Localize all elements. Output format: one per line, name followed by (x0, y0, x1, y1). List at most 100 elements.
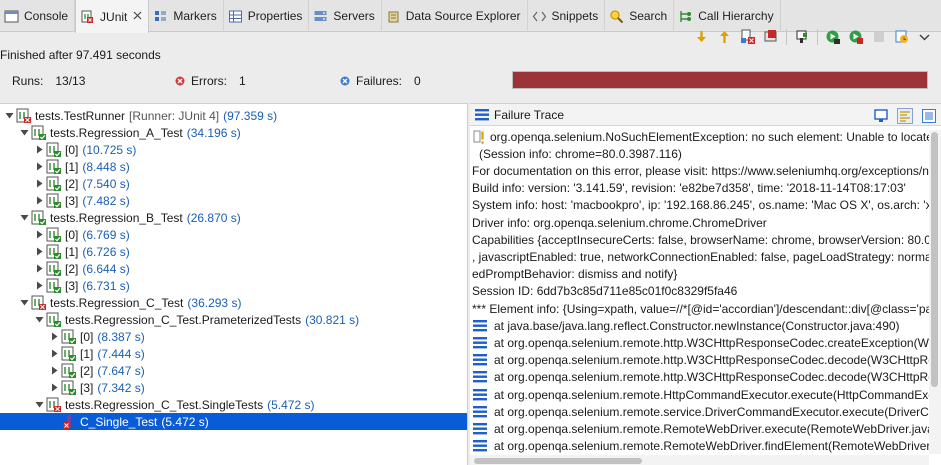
filter-stack-icon[interactable] (895, 106, 915, 126)
test-tree-row[interactable]: tests.TestRunner [Runner: JUnit 4] (97.359… (0, 107, 467, 124)
collapsed-triangle-icon[interactable] (34, 281, 44, 291)
layout-icon[interactable] (919, 106, 939, 126)
rerun-icon[interactable] (823, 27, 843, 47)
trace-text: *** Element info: {Using=xpath, value=//… (472, 301, 929, 316)
trace-vertical-scroll-thumb[interactable] (931, 132, 938, 387)
test-tree-row[interactable]: [0] (6.769 s) (0, 226, 467, 243)
trace-message-line[interactable]: *** Element info: {Using=xpath, value=//… (472, 300, 929, 317)
stack-frame-line[interactable]: at java.base/java.lang.reflect.Construct… (472, 317, 900, 334)
expanded-triangle-icon[interactable] (19, 298, 29, 308)
tab-servers[interactable]: Servers (309, 0, 382, 32)
trace-horizontal-scroll-thumb[interactable] (474, 458, 642, 464)
test-tree-row[interactable]: [3] (7.342 s) (0, 379, 467, 396)
test-tree-row[interactable]: tests.Regression_A_Test (34.196 s) (0, 124, 467, 141)
tab-properties[interactable]: Properties (224, 0, 310, 32)
relaunch-failed-icon[interactable] (738, 27, 758, 47)
run-status-text: Finished after 97.491 seconds (0, 48, 161, 62)
collapsed-triangle-icon[interactable] (34, 145, 44, 155)
expanded-triangle-icon[interactable] (34, 400, 44, 410)
suite-ok-icon (46, 159, 62, 175)
compare-result-icon[interactable] (871, 106, 891, 126)
close-icon[interactable] (133, 11, 142, 23)
collapsed-triangle-icon[interactable] (34, 247, 44, 257)
collapsed-triangle-icon[interactable] (34, 230, 44, 240)
test-tree-row[interactable]: [3] (7.482 s) (0, 192, 467, 209)
test-tree-row[interactable]: [2] (7.540 s) (0, 175, 467, 192)
stack-frame-line[interactable]: at org.openqa.selenium.remote.RemoteWebD… (472, 420, 929, 437)
test-tree-row[interactable]: [2] (6.644 s) (0, 260, 467, 277)
test-tree-row[interactable]: C_Single_Test (5.472 s) (0, 413, 467, 430)
test-tree-row[interactable]: tests.Regression_C_Test.PrameterizedTest… (0, 311, 467, 328)
expanded-triangle-icon[interactable] (19, 128, 29, 138)
collapsed-triangle-icon[interactable] (34, 264, 44, 274)
trace-vertical-scrollbar[interactable] (929, 130, 941, 454)
trace-text: at org.openqa.selenium.remote.http.W3CHt… (494, 353, 929, 368)
expanded-triangle-icon[interactable] (19, 213, 29, 223)
trace-horizontal-scrollbar[interactable] (470, 455, 929, 465)
test-tree-row[interactable]: [1] (6.726 s) (0, 243, 467, 260)
test-tree[interactable]: tests.TestRunner [Runner: JUnit 4] (97.359… (0, 103, 468, 465)
test-error-icon (61, 414, 77, 430)
collapsed-triangle-icon[interactable] (49, 349, 59, 359)
trace-message-line[interactable]: , javascriptEnabled: true, networkConnec… (472, 248, 929, 265)
trace-message-line[interactable]: System info: host: 'macbookpro', ip: '19… (472, 197, 929, 214)
collapsed-triangle-icon[interactable] (49, 366, 59, 376)
test-tree-row[interactable]: tests.Regression_C_Test.SingleTests (5.47… (0, 396, 467, 413)
test-tree-row[interactable]: [0] (10.725 s) (0, 141, 467, 158)
trace-message-line[interactable]: Driver info: org.openqa.selenium.chrome.… (472, 214, 767, 231)
next-failure-icon[interactable] (692, 27, 712, 47)
collapsed-triangle-icon[interactable] (49, 332, 59, 342)
history-icon[interactable] (892, 27, 912, 47)
stack-frame-icon (472, 336, 488, 350)
stack-frame-line[interactable]: at org.openqa.selenium.remote.http.W3CHt… (472, 334, 929, 351)
stop-run-icon[interactable] (869, 27, 889, 47)
test-duration: (7.647 s) (97, 363, 145, 378)
expanded-triangle-icon[interactable] (34, 315, 44, 325)
trace-message-line[interactable]: (Session info: chrome=80.0.3987.116) (479, 145, 682, 162)
trace-message-line[interactable]: Build info: version: '3.141.59', revisio… (472, 180, 906, 197)
suite-ok-icon (46, 261, 62, 277)
view-menu-icon[interactable] (915, 27, 935, 47)
stack-trace-icon (474, 108, 490, 122)
tab-snippets[interactable]: Snippets (528, 0, 606, 32)
test-tree-row[interactable]: [1] (7.444 s) (0, 345, 467, 362)
tab-console[interactable]: Console (0, 0, 76, 32)
scroll-lock-icon[interactable] (792, 27, 812, 47)
tab-junit[interactable]: JUnit (75, 0, 150, 33)
failures-label: Failures: (356, 74, 403, 88)
stack-frame-line[interactable]: at org.openqa.selenium.remote.http.W3CHt… (472, 369, 929, 386)
stack-frame-line[interactable]: at org.openqa.selenium.remote.RemoteWebD… (472, 438, 929, 454)
failure-trace-panel: Failure Trace org.openqa.selenium.NoSuch… (470, 103, 941, 465)
test-duration: (8.448 s) (82, 159, 130, 174)
tab-search[interactable]: Search (605, 0, 675, 32)
trace-message-line[interactable]: org.openqa.selenium.NoSuchElementExcepti… (472, 128, 929, 145)
test-tree-row[interactable]: tests.Regression_B_Test (26.870 s) (0, 209, 467, 226)
stack-frame-line[interactable]: at org.openqa.selenium.remote.service.Dr… (472, 403, 929, 420)
test-tree-row[interactable]: [3] (6.731 s) (0, 277, 467, 294)
stop-icon[interactable] (761, 27, 781, 47)
previous-failure-icon[interactable] (715, 27, 735, 47)
suite-ok-icon (46, 227, 62, 243)
test-name: tests.Regression_C_Test.PrameterizedTest… (65, 312, 302, 327)
test-name: [1] (80, 346, 94, 361)
collapsed-triangle-icon[interactable] (34, 179, 44, 189)
trace-message-line[interactable]: edPromptBehavior: dismiss and notify} (472, 266, 677, 283)
collapsed-triangle-icon[interactable] (34, 162, 44, 172)
expanded-triangle-icon[interactable] (4, 111, 14, 121)
test-tree-row[interactable]: [2] (7.647 s) (0, 362, 467, 379)
stack-frame-line[interactable]: at org.openqa.selenium.remote.http.W3CHt… (472, 352, 929, 369)
errors-label: Errors: (191, 74, 227, 88)
test-tree-row[interactable]: [0] (8.387 s) (0, 328, 467, 345)
trace-message-line[interactable]: For documentation on this error, please … (472, 162, 929, 179)
trace-message-line[interactable]: Session ID: 6dd7b3c85d711e85c01f0c8329f5… (472, 283, 737, 300)
collapsed-triangle-icon[interactable] (49, 383, 59, 393)
test-tree-row[interactable]: tests.Regression_C_Test (36.293 s) (0, 294, 467, 311)
trace-message-line[interactable]: Capabilities {acceptInsecureCerts: false… (472, 231, 929, 248)
rerun-failed-first-icon[interactable] (846, 27, 866, 47)
collapsed-triangle-icon[interactable] (34, 196, 44, 206)
failure-trace-text[interactable]: org.openqa.selenium.NoSuchElementExcepti… (470, 126, 929, 454)
stack-frame-line[interactable]: at org.openqa.selenium.remote.HttpComman… (472, 386, 929, 403)
test-tree-row[interactable]: [1] (8.448 s) (0, 158, 467, 175)
tab-markers[interactable]: Markers (149, 0, 224, 32)
tab-data-source-explorer[interactable]: Data Source Explorer (382, 0, 528, 32)
